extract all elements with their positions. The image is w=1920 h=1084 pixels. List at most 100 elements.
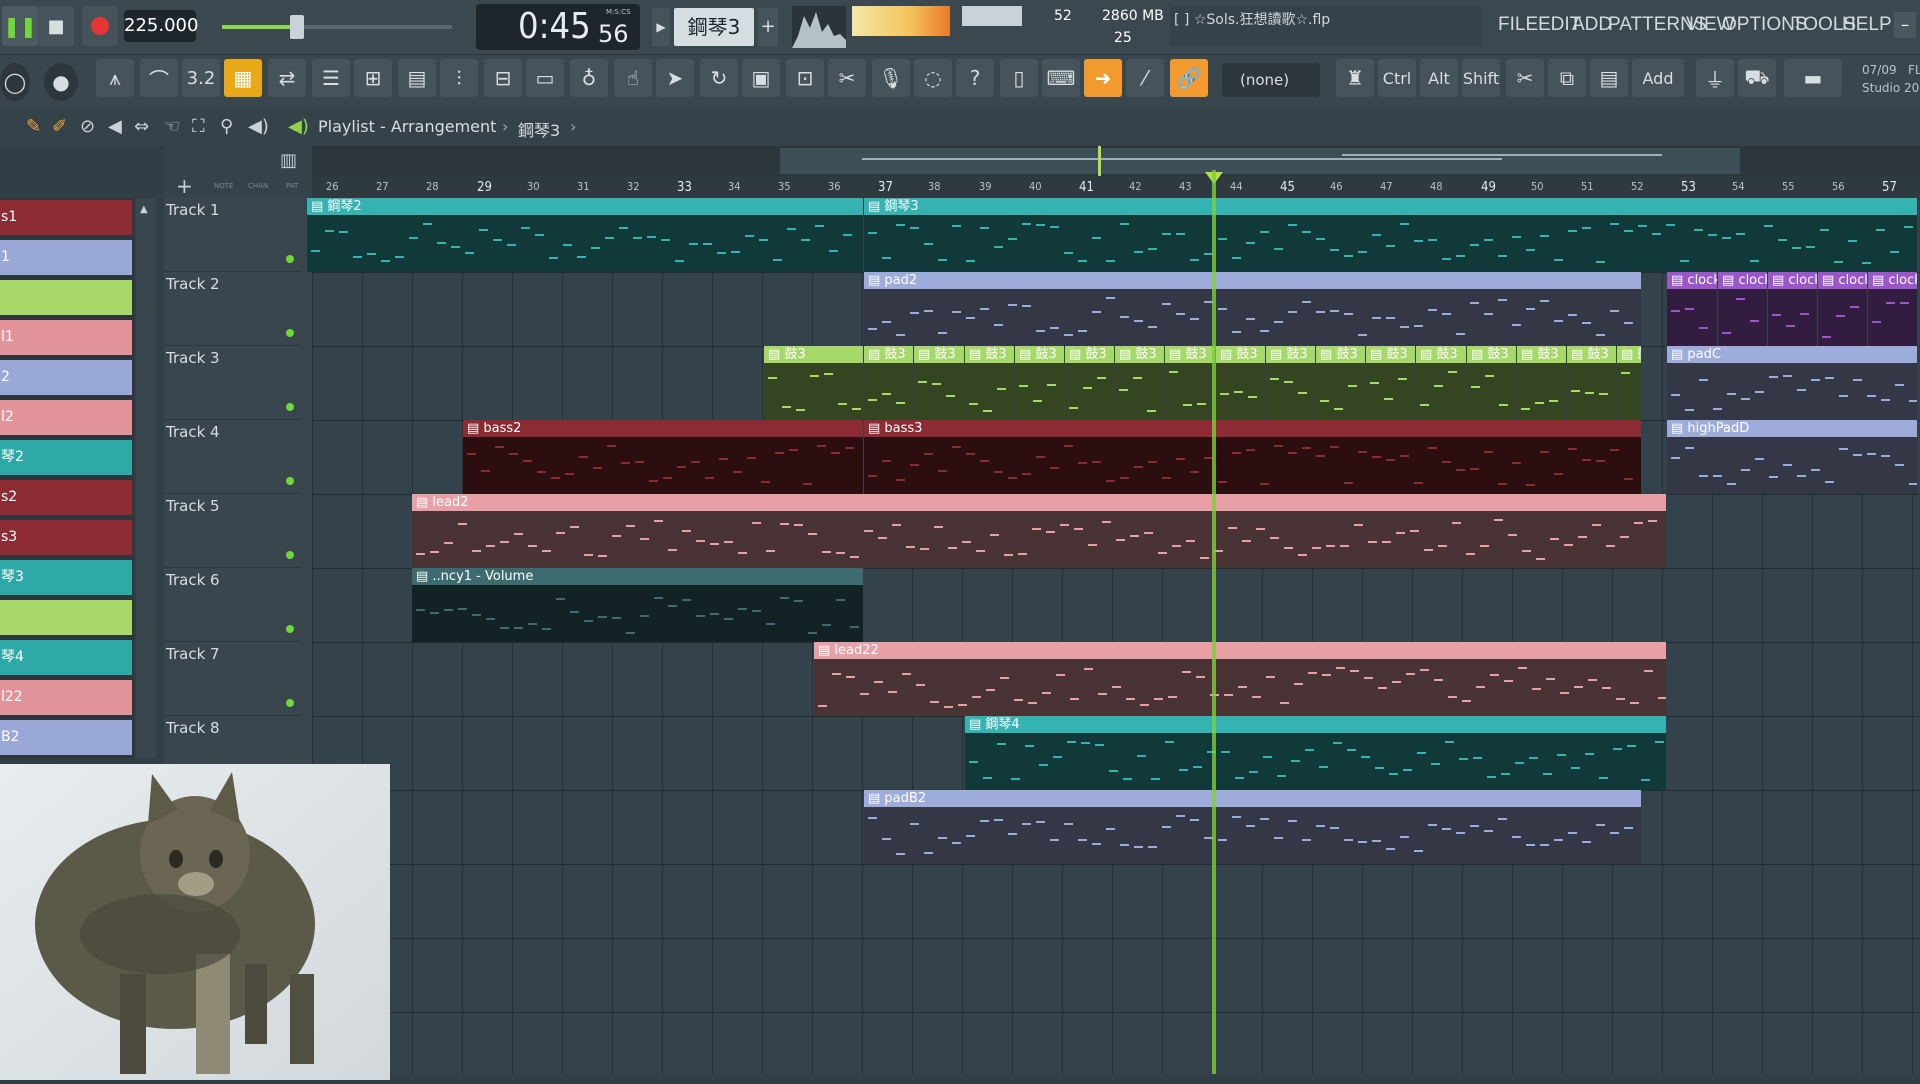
pattern-item[interactable]: B2: [0, 720, 132, 755]
playlist-clip[interactable]: ▤ 鼓3: [1165, 346, 1215, 420]
shop-button[interactable]: ⛟: [1738, 59, 1776, 97]
playlist-clip[interactable]: ▤ 鼓3: [1015, 346, 1064, 420]
keyboard-button[interactable]: ⌨: [1042, 59, 1080, 97]
track-header[interactable]: Track 6: [164, 568, 300, 642]
stop-button[interactable]: ■: [38, 6, 74, 46]
timeline-ruler[interactable]: 26 27 28 29 30 31 32 33 34 35 36 37 38 39 40 41 42 43 44 45…: [312, 176, 1920, 198]
playlist-overview[interactable]: [312, 146, 1920, 176]
record-audio-button[interactable]: 🎙: [872, 59, 910, 97]
playback-icon[interactable]: ◀): [248, 116, 269, 137]
playlist-clip[interactable]: ▤ 鼓3: [1115, 346, 1164, 420]
cut-tool-button[interactable]: ✂: [828, 59, 866, 97]
pattern-item[interactable]: 琴4: [0, 640, 132, 675]
main-pitch-knob[interactable]: ●: [44, 63, 78, 101]
playlist-clip[interactable]: ▤ pad2: [864, 272, 1641, 346]
help-button[interactable]: ?: [956, 59, 994, 97]
pattern-item[interactable]: l22: [0, 680, 132, 715]
piano-roll-button[interactable]: ⊞: [354, 59, 392, 97]
time-display[interactable]: 0:45 M:S:CS 56: [476, 4, 640, 50]
playlist-grid[interactable]: ▤ 鋼琴2 ▤ 鋼琴3 ▤ pad2 ▤ clock ▤ clock ▤ clock ▤ c…: [307, 198, 1920, 1074]
pattern-item[interactable]: l1: [0, 320, 132, 355]
pattern-item[interactable]: [0, 280, 132, 315]
pattern-item[interactable]: l2: [0, 400, 132, 435]
overview-viewport[interactable]: [780, 148, 1740, 174]
link-button[interactable]: 🔗: [1170, 59, 1208, 97]
mute-icon[interactable]: ◀: [108, 116, 122, 137]
pattern-item[interactable]: 2: [0, 360, 132, 395]
playlist-clip[interactable]: ▤ 鼓3: [1316, 346, 1365, 420]
playlist-clip[interactable]: ▤ 鼓3: [1517, 346, 1566, 420]
slice-icon[interactable]: ☜: [164, 116, 180, 137]
playlist-clip[interactable]: ▤ clock: [1868, 272, 1917, 346]
playlist-clip[interactable]: ▤ padC: [1667, 346, 1918, 420]
track-mute-led[interactable]: [286, 551, 294, 559]
pencil-icon[interactable]: ✎: [26, 116, 41, 137]
playlist-clip[interactable]: ▤ highPadD: [1667, 420, 1918, 494]
copy-button[interactable]: ⧉: [1548, 59, 1586, 97]
paint-icon[interactable]: ✐: [52, 116, 67, 137]
playlist-button[interactable]: ☰: [312, 59, 350, 97]
download-button[interactable]: ➤: [656, 59, 694, 97]
window-button[interactable]: ▯: [1000, 59, 1038, 97]
ctrl-key-button[interactable]: Ctrl: [1378, 59, 1416, 97]
pattern-selector[interactable]: 鋼琴3: [674, 8, 754, 46]
playlist-clip[interactable]: ▤ 鼓3: [914, 346, 964, 420]
tempo-display[interactable]: 225.000: [124, 10, 198, 42]
metronome-button[interactable]: ⩚: [96, 59, 134, 97]
playlist-clip[interactable]: ▤ 鼓3: [1065, 346, 1114, 420]
news-button[interactable]: ▬: [1784, 59, 1842, 97]
tempo-tap-button[interactable]: ♜: [1336, 59, 1374, 97]
plugin-picker-button[interactable]: ⊟: [484, 59, 522, 97]
record-button[interactable]: [82, 6, 118, 46]
pattern-item[interactable]: 1: [0, 240, 132, 275]
touch-controller-button[interactable]: ☝: [614, 59, 652, 97]
playlist-clip[interactable]: ▤ 鋼琴3: [864, 198, 1917, 272]
add-button[interactable]: Add: [1632, 59, 1684, 97]
undo-history-button[interactable]: ↻: [700, 59, 738, 97]
slide-button[interactable]: ⁄: [1126, 59, 1164, 97]
pattern-prev-button[interactable]: ▶: [652, 8, 670, 46]
pattern-item[interactable]: s2: [0, 480, 132, 515]
track-mute-led[interactable]: [286, 403, 294, 411]
track-mute-led[interactable]: [286, 477, 294, 485]
project-info-button[interactable]: ▭: [526, 59, 564, 97]
breadcrumb-pattern[interactable]: 鋼琴3: [518, 117, 560, 141]
pattern-item[interactable]: s3: [0, 520, 132, 555]
pattern-item[interactable]: 琴2: [0, 440, 132, 475]
browser-button[interactable]: ♁: [570, 59, 608, 97]
wait-input-button[interactable]: ⌒: [140, 59, 178, 97]
playlist-clip[interactable]: ▤ bass2: [463, 420, 863, 494]
menu-add[interactable]: ADD: [1572, 14, 1612, 36]
track-header[interactable]: Track 3: [164, 346, 300, 420]
align-button[interactable]: ⏚: [1696, 59, 1734, 97]
delete-icon[interactable]: ⊘: [80, 116, 95, 137]
pattern-scrollbar[interactable]: ▲: [136, 198, 156, 758]
channel-rack-button[interactable]: ▤: [398, 59, 436, 97]
countdown-button[interactable]: 3.2: [182, 59, 220, 97]
chevron-up-icon[interactable]: ▲: [140, 204, 148, 215]
blend-notes-button[interactable]: ⇄: [268, 59, 306, 97]
playlist-clip[interactable]: ▤ 鼓3: [1467, 346, 1516, 420]
paste-button[interactable]: ▤: [1590, 59, 1628, 97]
pattern-item[interactable]: s1: [0, 200, 132, 235]
shift-key-button[interactable]: Shift: [1462, 59, 1500, 97]
add-pattern-button[interactable]: +: [758, 8, 778, 46]
volume-slider-thumb[interactable]: [290, 15, 304, 39]
pattern-item[interactable]: 琴3: [0, 560, 132, 595]
playlist-clip[interactable]: ▤ 鼓3: [1366, 346, 1415, 420]
add-track-icon[interactable]: +: [176, 174, 193, 198]
playlist-clip[interactable]: ▤ 鼓3: [764, 346, 863, 420]
menu-file[interactable]: FILE: [1498, 14, 1538, 36]
comment-button[interactable]: ◌: [914, 59, 952, 97]
alt-key-button[interactable]: Alt: [1420, 59, 1458, 97]
playlist-clip[interactable]: ▤ bass3: [864, 420, 1641, 494]
menu-help[interactable]: HELP: [1842, 14, 1892, 36]
playlist-clip[interactable]: ▤ 鼓3: [965, 346, 1014, 420]
track-header[interactable]: Track 1: [164, 198, 300, 272]
playlist-clip[interactable]: ▤ 鼓3: [864, 346, 913, 420]
track-header[interactable]: Track 7: [164, 642, 300, 716]
playlist-clip[interactable]: ▤ lead2: [412, 494, 1666, 568]
playlist-clip[interactable]: ▤ 鋼琴4: [965, 716, 1666, 790]
mixer-button[interactable]: ⫶: [440, 59, 478, 97]
zoom-icon[interactable]: ⚲: [220, 116, 233, 137]
